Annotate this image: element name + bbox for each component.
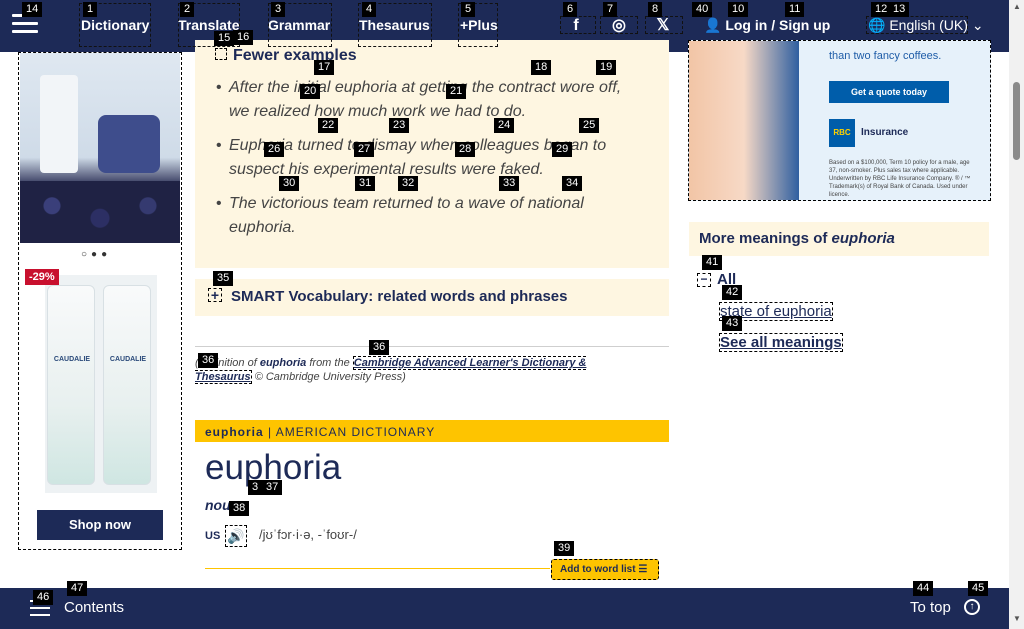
annotation-tag: 8 [648, 2, 663, 17]
login-link[interactable]: Log in [725, 17, 767, 33]
annotation-tag: 23 [389, 118, 410, 133]
definition-source: (Definition of euphoria from the Cambrid… [195, 356, 587, 384]
examples-list: After the initial euphoria at getting th… [216, 76, 629, 250]
annotation-tag: 10 [728, 2, 749, 17]
annotation-tag: 33 [499, 176, 520, 191]
annotation-tag: 3 [271, 2, 286, 17]
right-advertisement[interactable]: than two fancy coffees. Get a quote toda… [688, 40, 991, 201]
annotation-tag: 22 [318, 118, 339, 133]
plus-icon[interactable]: + [208, 288, 222, 302]
annotation-tag: 28 [455, 142, 476, 157]
annotation-tag: 13 [889, 2, 910, 17]
scroll-up-icon[interactable]: ▲ [1013, 2, 1021, 11]
minus-icon: − [697, 273, 711, 288]
annotation-tag: 21 [446, 84, 467, 99]
annotation-tag: 30 [279, 176, 300, 191]
example-sentence: The victorious team returned to a wave o… [216, 192, 629, 239]
annotation-box [600, 16, 638, 34]
annotation-tag: 47 [67, 581, 88, 596]
annotation-tag: 27 [354, 142, 375, 157]
american-dictionary-header: euphoria | AMERICAN DICTIONARY [195, 420, 669, 442]
annotation-tag: 39 [554, 541, 575, 556]
annotation-tag: 36 [369, 340, 390, 355]
annotation-tag: 20 [300, 84, 321, 99]
annotation-tag: 19 [596, 60, 617, 75]
ipa-pronunciation: /jʊˈfɔr·i·ə, -ˈfoʊr-/ [259, 527, 357, 542]
annotation-tag: 35 [213, 271, 234, 286]
minus-icon [215, 48, 227, 60]
annotation-tag: 4 [362, 2, 377, 17]
annotation-tag: 2 [180, 2, 195, 17]
list-icon: ☰ [638, 564, 648, 575]
annotation-tag: 1 [83, 2, 98, 17]
annotation-tag: 18 [531, 60, 552, 75]
divider [195, 346, 669, 347]
annotation-tag: 15 [214, 31, 235, 46]
annotation-tag: 6 [563, 2, 578, 17]
annotation-tag: 46 [33, 590, 54, 605]
annotation-tag: 41 [702, 255, 723, 270]
annotation-box [645, 16, 683, 34]
annotation-tag: 7 [603, 2, 618, 17]
arrow-up-icon[interactable]: ↑ [964, 599, 980, 615]
annotation-tag: 31 [355, 176, 376, 191]
menu-icon[interactable] [12, 14, 38, 36]
see-all-meanings-link[interactable]: See all meanings [719, 333, 843, 352]
ad-bottles-image: CAUDALIE CAUDALIE [45, 275, 157, 493]
scrollbar-thumb[interactable] [1013, 82, 1020, 160]
bottom-bar: Contents To top ↑ [0, 588, 1009, 629]
smart-vocabulary-link[interactable]: SMART Vocabulary: related words and phra… [231, 288, 567, 305]
annotation-box [866, 16, 968, 34]
left-advertisement[interactable]: ○●● CAUDALIE CAUDALIE -29% Shop now [18, 52, 182, 550]
ad-product-image [20, 53, 180, 243]
ad-person-image [689, 41, 799, 200]
annotation-tag: 26 [264, 142, 285, 157]
annotation-tag: 40 [692, 2, 713, 17]
annotation-tag: 43 [722, 316, 743, 331]
example-sentence: After the initial euphoria at getting th… [216, 76, 629, 123]
user-icon: 👤 [704, 17, 726, 33]
region-label: US [205, 530, 221, 542]
annotation-box [560, 16, 596, 34]
annotation-tag: 17 [314, 60, 335, 75]
annotation-tag: 11 [785, 2, 805, 17]
get-quote-button[interactable]: Get a quote today [829, 81, 949, 103]
rbc-logo: RBC [829, 119, 855, 147]
chevron-down-icon: ⌄ [971, 17, 984, 33]
annotation-tag: 42 [722, 285, 743, 300]
annotation-tag: 14 [22, 2, 43, 17]
annotation-tag: 3 [248, 480, 263, 495]
scroll-down-icon[interactable]: ▼ [1013, 614, 1021, 623]
vertical-scrollbar[interactable]: ▲ ▼ [1009, 0, 1024, 629]
annotation-tag: 16 [233, 30, 254, 45]
annotation-tag: 32 [398, 176, 419, 191]
discount-badge: -29% [25, 269, 59, 285]
annotation-tag: 37 [262, 480, 283, 495]
divider [205, 568, 550, 569]
more-meanings-header: More meanings of euphoria [689, 222, 989, 256]
contents-button[interactable]: Contents [64, 599, 124, 616]
annotation-tag: 44 [913, 581, 934, 596]
add-to-word-list-button[interactable]: Add to word list ☰ [551, 559, 659, 580]
annotation-tag: 34 [562, 176, 583, 191]
annotation-tag: 24 [494, 118, 515, 133]
pronunciation-audio-icon[interactable]: 🔊 [225, 525, 247, 547]
annotation-tag: 36 [198, 353, 219, 368]
login-signup[interactable]: 👤 Log in / Sign up [704, 17, 830, 34]
to-top-button[interactable]: To top [910, 599, 951, 616]
annotation-tag: 25 [579, 118, 600, 133]
signup-link[interactable]: Sign up [779, 17, 830, 33]
smart-vocabulary-box[interactable]: + SMART Vocabulary: related words and ph… [195, 279, 669, 316]
annotation-tag: 45 [968, 581, 989, 596]
fewer-examples-toggle[interactable]: Fewer examples [215, 47, 357, 65]
annotation-tag: 29 [552, 142, 573, 157]
carousel-dots[interactable]: ○●● [81, 249, 111, 260]
annotation-tag: 38 [229, 501, 250, 516]
annotation-tag: 5 [461, 2, 476, 17]
shop-now-button[interactable]: Shop now [37, 510, 163, 540]
